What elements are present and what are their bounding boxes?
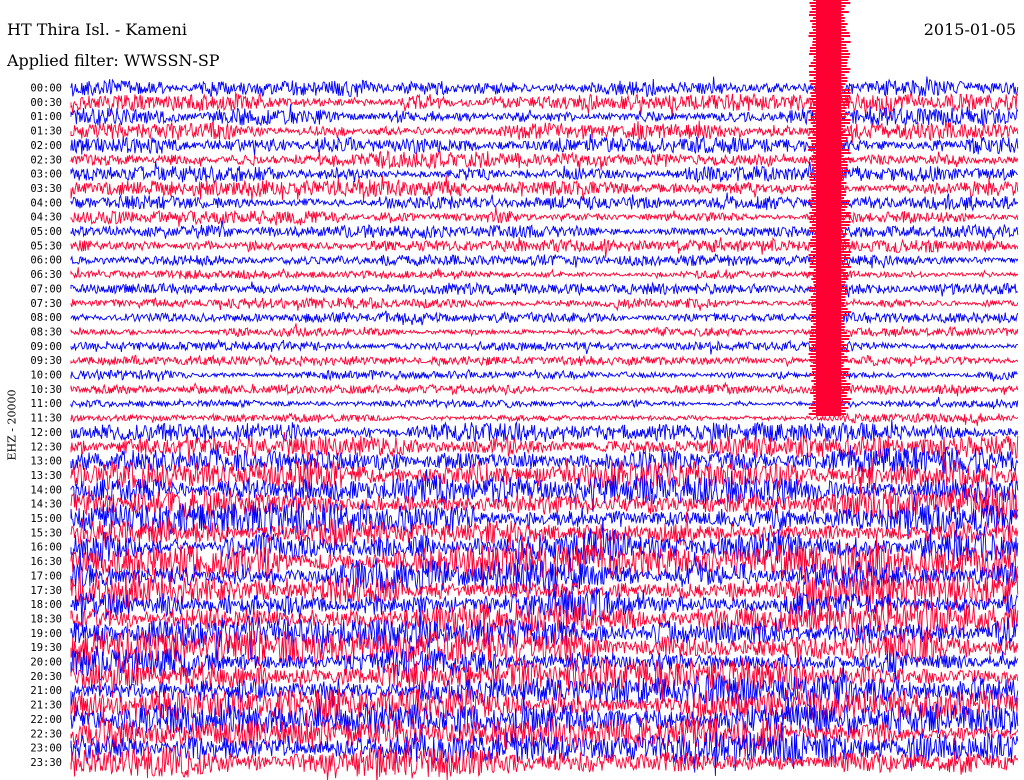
tick-label: 11:30 bbox=[30, 413, 62, 425]
tick-label: 18:30 bbox=[30, 613, 62, 625]
tick-label: 22:30 bbox=[30, 728, 62, 740]
tick-label: 16:00 bbox=[30, 542, 62, 554]
trace-1000 bbox=[70, 368, 1018, 382]
tick-label: 17:30 bbox=[30, 585, 62, 597]
trace-0200 bbox=[70, 134, 1019, 156]
trace-0630 bbox=[70, 267, 1019, 281]
trace-0900 bbox=[70, 338, 1018, 355]
event-band bbox=[816, 0, 842, 417]
tick-label: 14:00 bbox=[30, 484, 62, 496]
trace-group bbox=[70, 76, 1019, 780]
tick-label: 20:30 bbox=[30, 671, 62, 683]
tick-label: 16:30 bbox=[30, 556, 62, 568]
trace-0700 bbox=[70, 281, 1019, 298]
tick-label: 21:00 bbox=[30, 685, 62, 697]
tick-label: 12:30 bbox=[30, 441, 62, 453]
tick-label: 00:30 bbox=[30, 97, 62, 109]
tick-label: 05:00 bbox=[30, 226, 62, 238]
trace-0930 bbox=[70, 354, 1019, 368]
tick-label: 08:30 bbox=[30, 326, 62, 338]
trace-0830 bbox=[70, 323, 1019, 338]
tick-label: 11:00 bbox=[30, 398, 62, 410]
trace-0300 bbox=[70, 160, 1018, 185]
trace-0800 bbox=[70, 310, 1019, 326]
trace-0000 bbox=[70, 76, 1019, 98]
trace-1100 bbox=[70, 396, 1019, 410]
tick-label: 13:30 bbox=[30, 470, 62, 482]
tick-label: 05:30 bbox=[30, 240, 62, 252]
tick-label: 22:00 bbox=[30, 714, 62, 726]
tick-label: 18:00 bbox=[30, 599, 62, 611]
tick-label-group: 00:00 00:30 01:00 01:30 02:00 02:30 03:00 03:30… bbox=[30, 83, 62, 769]
tick-label: 12:00 bbox=[30, 427, 62, 439]
trace-0230 bbox=[70, 149, 1019, 172]
tick-label: 09:30 bbox=[30, 355, 62, 367]
tick-label: 23:00 bbox=[30, 743, 62, 755]
trace-0730 bbox=[70, 296, 1019, 312]
tick-label: 10:30 bbox=[30, 384, 62, 396]
tick-label: 10:00 bbox=[30, 370, 62, 382]
tick-label: 21:30 bbox=[30, 700, 62, 712]
tick-label: 09:00 bbox=[30, 341, 62, 353]
tick-label: 15:30 bbox=[30, 527, 62, 539]
trace-0600 bbox=[70, 253, 1019, 269]
trace-1130 bbox=[70, 412, 1019, 426]
tick-label: 23:30 bbox=[30, 757, 62, 769]
tick-label: 19:00 bbox=[30, 628, 62, 640]
tick-label: 17:00 bbox=[30, 570, 62, 582]
tick-label: 08:00 bbox=[30, 312, 62, 324]
tick-label: 01:00 bbox=[30, 111, 62, 123]
tick-label: 01:30 bbox=[30, 126, 62, 138]
tick-label: 02:30 bbox=[30, 154, 62, 166]
tick-label: 00:00 bbox=[30, 83, 62, 95]
tick-label: 19:30 bbox=[30, 642, 62, 654]
tick-label: 07:30 bbox=[30, 298, 62, 310]
tick-label: 06:00 bbox=[30, 255, 62, 267]
tick-label: 14:30 bbox=[30, 499, 62, 511]
event-group bbox=[808, 0, 852, 417]
tick-label: 04:00 bbox=[30, 197, 62, 209]
tick-label: 04:30 bbox=[30, 212, 62, 224]
tick-label: 02:00 bbox=[30, 140, 62, 152]
tick-label: 20:00 bbox=[30, 657, 62, 669]
trace-0130 bbox=[70, 120, 1019, 144]
tick-label: 13:00 bbox=[30, 456, 62, 468]
tick-label: 15:00 bbox=[30, 513, 62, 525]
trace-1300 bbox=[70, 444, 1019, 478]
tick-label: 07:00 bbox=[30, 283, 62, 295]
tick-label: 06:30 bbox=[30, 269, 62, 281]
helicorder-plot: 00:00 00:30 01:00 01:30 02:00 02:30 03:00 03:30… bbox=[30, 0, 1019, 780]
trace-1030 bbox=[70, 381, 1019, 397]
tick-label: 03:30 bbox=[30, 183, 62, 195]
trace-0430 bbox=[70, 206, 1019, 227]
tick-label: 03:00 bbox=[30, 169, 62, 181]
trace-0500 bbox=[70, 220, 1019, 241]
trace-0400 bbox=[70, 192, 1019, 212]
trace-1200 bbox=[70, 419, 1019, 450]
